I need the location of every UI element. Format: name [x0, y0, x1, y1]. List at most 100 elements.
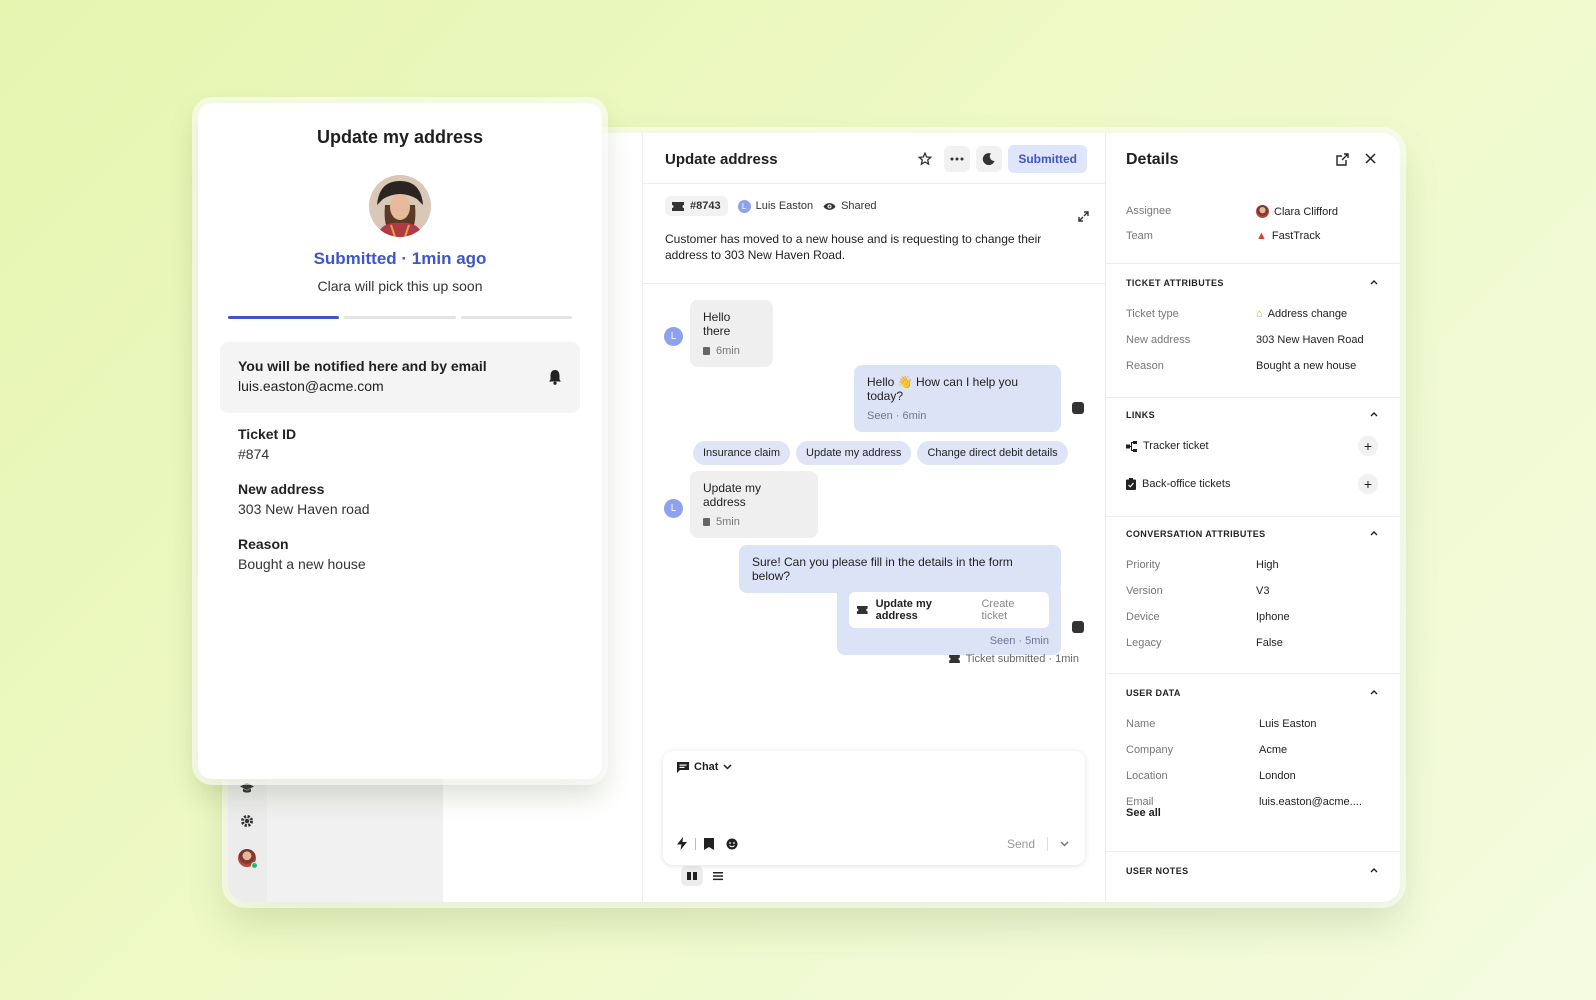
chevron-up-icon[interactable] [1370, 868, 1378, 873]
conversation-title: Update address [665, 151, 778, 168]
chevron-up-icon[interactable] [1370, 690, 1378, 695]
conversation-header-actions: Submitted [912, 145, 1087, 173]
attr-value[interactable]: False [1256, 637, 1283, 649]
close-icon[interactable] [1365, 153, 1376, 164]
attr-value[interactable]: Acme [1259, 744, 1287, 756]
attr-value[interactable]: ⌂ Address change [1256, 308, 1347, 320]
status-badge[interactable]: Submitted [1008, 145, 1087, 173]
ticket-card-title: Update my address [875, 598, 932, 622]
ticket-icon [857, 606, 868, 614]
see-all-link[interactable]: See all [1126, 807, 1161, 819]
attr-label: Location [1126, 770, 1168, 782]
attr-label: Ticket type [1126, 308, 1179, 320]
chevron-up-icon[interactable] [1370, 280, 1378, 285]
section-header[interactable]: LINKS [1126, 410, 1155, 420]
send-button[interactable]: Send [1007, 837, 1035, 851]
message-time: Seen · 6min [867, 410, 927, 422]
emoji-icon[interactable] [726, 838, 738, 850]
quick-replies: Insurance claim Update my address Change… [693, 441, 1068, 465]
chevron-up-icon[interactable] [1370, 412, 1378, 417]
ticket-status: Submitted · 1min ago [313, 249, 487, 268]
external-link-icon[interactable] [1336, 153, 1349, 166]
bot-icon [1072, 621, 1084, 633]
academy-icon[interactable] [239, 780, 255, 796]
field-label: New address [238, 481, 325, 497]
online-status-dot [251, 862, 258, 869]
section-header[interactable]: USER NOTES [1126, 866, 1189, 876]
ticket-attributes-section: TICKET ATTRIBUTES Ticket type ⌂ Address … [1106, 263, 1400, 372]
attr-value[interactable]: 303 New Haven Road [1256, 334, 1364, 346]
attr-value[interactable]: High [1256, 559, 1279, 571]
toolbar-divider [695, 837, 696, 850]
more-button[interactable] [944, 146, 971, 172]
assignee-name: Clara Clifford [1274, 205, 1338, 218]
message-bubble: Hello 👋 How can I help you today? Seen ·… [854, 365, 1061, 432]
link-item[interactable]: Back-office tickets [1126, 478, 1230, 490]
ticket-status-subtitle: Clara will pick this up soon [317, 278, 483, 294]
details-header-actions [1336, 153, 1376, 166]
ticket-progress [228, 316, 572, 319]
ticket-icon [672, 201, 684, 211]
expand-button[interactable] [1078, 209, 1089, 227]
assignee-value[interactable]: Clara Clifford [1256, 205, 1338, 218]
bell-icon[interactable] [548, 369, 562, 385]
attr-value[interactable]: London [1259, 770, 1296, 782]
star-button[interactable] [912, 146, 938, 172]
link-label: Tracker ticket [1143, 440, 1209, 452]
field-label: Reason [238, 536, 289, 552]
add-tracker-ticket-button[interactable]: + [1358, 436, 1378, 456]
customer-meta[interactable]: L Luis Easton [737, 199, 813, 213]
message-time: Seen · 5min [989, 635, 1049, 647]
create-ticket-card[interactable]: Update my address Create ticket [849, 592, 1049, 628]
message-time-text: 6min [716, 345, 740, 357]
message-composer[interactable]: Chat Send [663, 751, 1085, 865]
send-controls: Send [1007, 837, 1069, 851]
messenger-ticket-window: Update my address Submitted · 1min ago C… [198, 103, 602, 779]
details-panel: Details Assignee Clara Clifford Team ▲ F… [1105, 133, 1400, 902]
notify-email: luis.easton@acme.com [238, 378, 384, 394]
attr-label: Priority [1126, 559, 1161, 571]
add-back-office-ticket-button[interactable]: + [1358, 474, 1378, 494]
header-divider [643, 183, 1105, 184]
link-item[interactable]: Tracker ticket [1126, 440, 1209, 452]
ticket-icon [948, 655, 960, 663]
ticket-field: Reason Bought a new house [238, 536, 366, 572]
user-avatar[interactable] [238, 849, 258, 869]
star-icon [918, 152, 933, 166]
ticket-id-chip[interactable]: #8743 [665, 196, 728, 216]
attr-label: Device [1126, 611, 1160, 623]
quick-reply-button[interactable]: Update my address [796, 441, 912, 465]
bookmark-icon[interactable] [704, 837, 714, 850]
snooze-button[interactable] [976, 146, 1003, 172]
eye-icon [823, 202, 836, 210]
snooze-icon [983, 153, 995, 166]
chevron-down-icon[interactable] [1060, 841, 1069, 847]
conversation-panel: Update address Submitted #8743 L Luis Ea… [643, 133, 1105, 902]
section-header[interactable]: USER DATA [1126, 688, 1181, 698]
quick-reply-button[interactable]: Insurance claim [693, 441, 791, 465]
chevron-down-icon [723, 764, 732, 770]
agent-avatar [369, 175, 431, 237]
team-value[interactable]: ▲ FastTrack [1256, 230, 1320, 242]
summary-divider [643, 283, 1105, 284]
settings-icon[interactable] [239, 813, 255, 829]
ticket-field: New address 303 New Haven road [238, 481, 370, 517]
attr-value[interactable]: Luis Easton [1259, 718, 1316, 730]
section-header[interactable]: TICKET ATTRIBUTES [1126, 278, 1224, 288]
attr-value[interactable]: V3 [1256, 585, 1269, 597]
plus-icon: + [1363, 476, 1373, 492]
attr-value[interactable]: luis.easton@acme.... [1259, 796, 1362, 808]
message-text: Update my address [703, 481, 762, 509]
progress-step-done [228, 316, 340, 319]
notify-title: You will be notified here and by email [238, 358, 487, 374]
chevron-up-icon[interactable] [1370, 531, 1378, 536]
quick-reply-button[interactable]: Change direct debit details [917, 441, 1068, 465]
attr-value[interactable]: Bought a new house [1256, 360, 1356, 372]
bolt-icon[interactable] [677, 837, 687, 850]
team-car-icon: ▲ [1256, 230, 1267, 242]
composer-mode-dropdown[interactable]: Chat [677, 761, 732, 773]
ticket-type-value: Address change [1267, 308, 1348, 320]
conversation-attributes-section: CONVERSATION ATTRIBUTES Priority High Ve… [1106, 516, 1400, 649]
attr-value[interactable]: Iphone [1256, 611, 1290, 623]
section-header[interactable]: CONVERSATION ATTRIBUTES [1126, 529, 1266, 539]
